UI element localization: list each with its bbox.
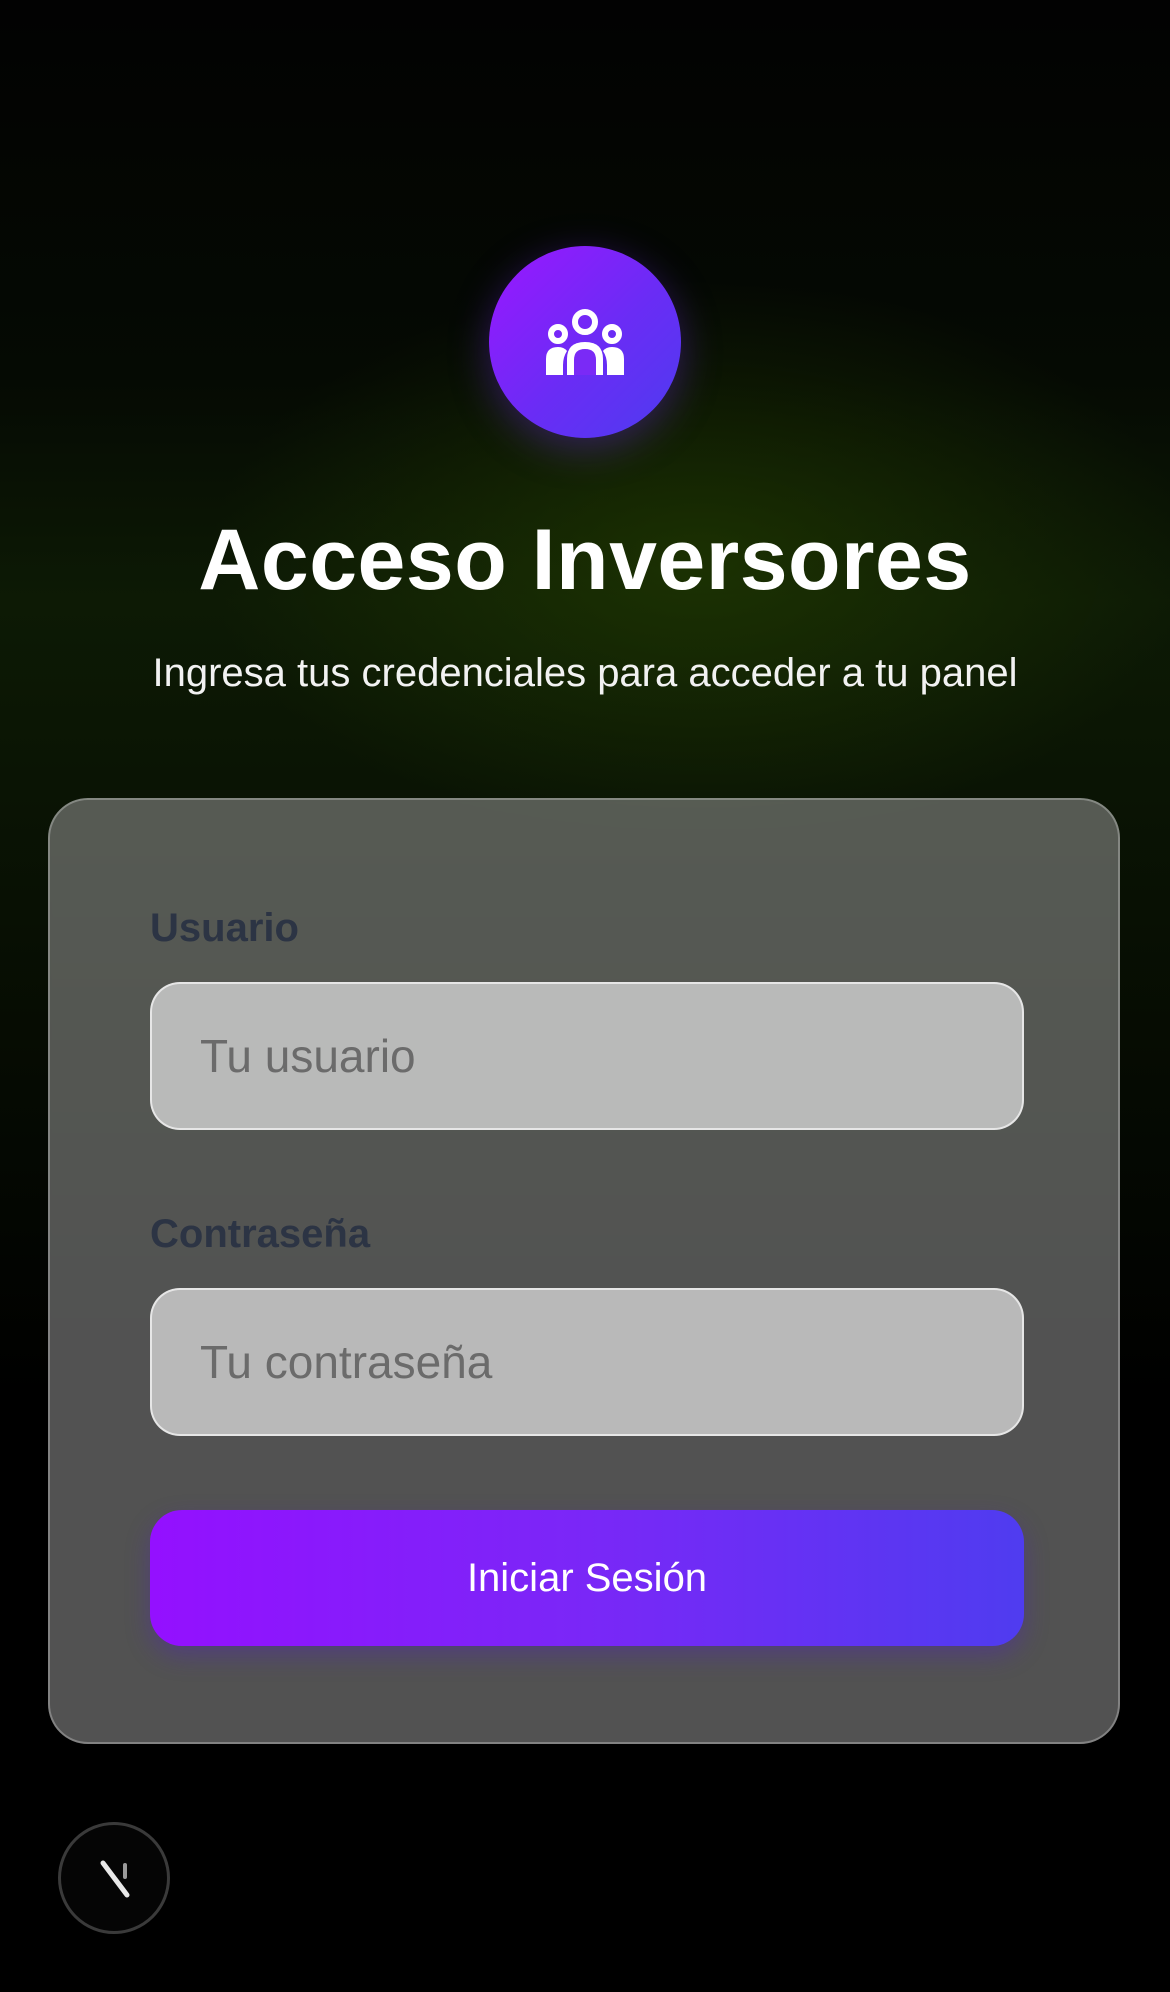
login-card: Usuario Contraseña Iniciar Sesión xyxy=(48,798,1120,1744)
page-subtitle: Ingresa tus credenciales para acceder a … xyxy=(152,651,1018,695)
page-title: Acceso Inversores xyxy=(198,512,972,608)
corner-badge[interactable] xyxy=(58,1822,170,1934)
password-input[interactable] xyxy=(150,1288,1024,1436)
n-logo-icon xyxy=(100,1860,130,1898)
login-button[interactable]: Iniciar Sesión xyxy=(150,1510,1024,1646)
users-group-icon xyxy=(546,309,624,375)
password-label: Contraseña xyxy=(150,1212,371,1256)
username-label: Usuario xyxy=(150,906,299,950)
logo-badge xyxy=(489,246,681,438)
username-input[interactable] xyxy=(150,982,1024,1130)
login-page: Acceso Inversores Ingresa tus credencial… xyxy=(0,0,1170,1992)
